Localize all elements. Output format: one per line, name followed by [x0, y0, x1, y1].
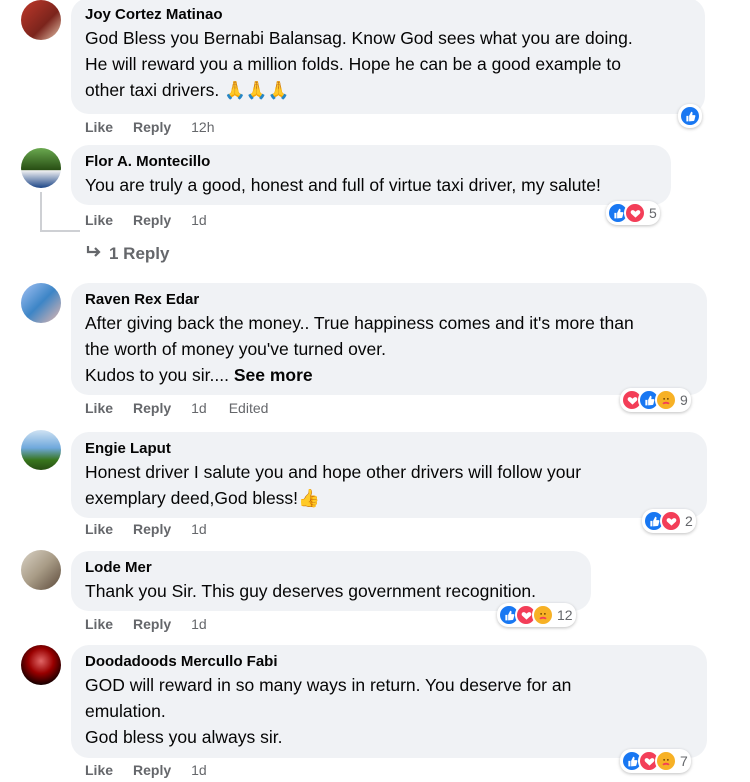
comment-text-line: Kudos to you sir.... See more	[85, 362, 693, 388]
like-button[interactable]: Like	[85, 762, 113, 778]
reply-button[interactable]: Reply	[133, 212, 171, 228]
comment-text-line: He will reward you a million folds. Hope…	[85, 54, 621, 74]
avatar[interactable]	[21, 0, 61, 40]
see-more-link[interactable]: See more	[234, 365, 313, 385]
like-button[interactable]: Like	[85, 212, 113, 228]
reply-button[interactable]: Reply	[133, 616, 171, 632]
timestamp[interactable]: 1d	[191, 400, 207, 416]
avatar[interactable]	[21, 645, 61, 685]
edited-label: Edited	[228, 400, 269, 416]
comment-author[interactable]: Flor A. Montecillo	[85, 152, 657, 172]
comment-actions: Like Reply 1d	[85, 762, 229, 778]
reaction-summary[interactable]: 2	[642, 509, 696, 533]
comment-bubble: Joy Cortez Matinao God Bless you Bernabi…	[71, 0, 705, 114]
comment-actions: Like Reply 1d	[85, 521, 229, 537]
reaction-summary[interactable]	[678, 104, 702, 128]
comment-text-line: the worth of money you've turned over.	[85, 339, 387, 359]
comment-actions: Like Reply 1d	[85, 212, 229, 228]
timestamp[interactable]: 12h	[191, 119, 214, 135]
comment-text-line: God Bless you Bernabi Balansag. Know God…	[85, 28, 633, 48]
reply-thread-line	[40, 192, 42, 232]
care-icon	[532, 604, 554, 626]
view-replies-link[interactable]: 1 Reply	[85, 244, 169, 264]
timestamp[interactable]: 1d	[191, 762, 207, 778]
reply-button[interactable]: Reply	[133, 762, 171, 778]
timestamp[interactable]: 1d	[191, 521, 207, 537]
reply-button[interactable]: Reply	[133, 521, 171, 537]
comment-text-line: Honest driver I salute you and hope othe…	[85, 462, 582, 482]
reply-button[interactable]: Reply	[133, 400, 171, 416]
comment-author[interactable]: Raven Rex Edar	[85, 290, 693, 310]
reply-button[interactable]: Reply	[133, 119, 171, 135]
love-icon	[624, 202, 646, 224]
like-icon	[679, 105, 701, 127]
comment-bubble: Flor A. Montecillo You are truly a good,…	[71, 145, 671, 205]
comment-text-truncated: Kudos to you sir....	[85, 365, 229, 385]
comment-text-line: exemplary deed,God bless!👍	[85, 488, 320, 508]
avatar[interactable]	[21, 550, 61, 590]
avatar[interactable]	[21, 148, 61, 188]
comment-text-line: GOD will reward in so many ways in retur…	[85, 675, 572, 695]
timestamp[interactable]: 1d	[191, 616, 207, 632]
comment-text-line: God bless you always sir.	[85, 727, 283, 747]
reaction-count: 7	[680, 753, 688, 769]
reaction-count: 2	[685, 513, 693, 529]
reaction-summary[interactable]: 5	[606, 201, 660, 225]
comment-text-line: After giving back the money.. True happi…	[85, 313, 634, 333]
avatar[interactable]	[21, 430, 61, 470]
reply-arrow-icon	[85, 244, 103, 264]
like-button[interactable]: Like	[85, 521, 113, 537]
comment-author[interactable]: Lode Mer	[85, 558, 577, 578]
comment-author[interactable]: Doodadoods Mercullo Fabi	[85, 652, 693, 672]
like-button[interactable]: Like	[85, 400, 113, 416]
comment-actions: Like Reply 1d Edited	[85, 400, 268, 416]
like-button[interactable]: Like	[85, 119, 113, 135]
reaction-count: 5	[649, 205, 657, 221]
comment-text-line: Thank you Sir. This guy deserves governm…	[85, 581, 537, 601]
like-button[interactable]: Like	[85, 616, 113, 632]
reaction-summary[interactable]: 9	[620, 388, 691, 412]
reaction-count: 12	[557, 607, 573, 623]
care-icon	[655, 389, 677, 411]
comment-bubble: Raven Rex Edar After giving back the mon…	[71, 283, 707, 395]
reaction-count: 9	[680, 392, 688, 408]
view-replies-label[interactable]: 1 Reply	[109, 244, 169, 264]
reaction-summary[interactable]: 12	[497, 603, 576, 627]
comment-author[interactable]: Engie Laput	[85, 439, 693, 459]
comment-actions: Like Reply 1d	[85, 616, 229, 632]
comment-text-line: emulation.	[85, 701, 166, 721]
comment-bubble: Engie Laput Honest driver I salute you a…	[71, 432, 707, 518]
comment-actions: Like Reply 12h	[85, 119, 237, 135]
comment-author[interactable]: Joy Cortez Matinao	[85, 5, 691, 25]
comment-text-line: You are truly a good, honest and full of…	[85, 175, 601, 195]
comment-bubble: Lode Mer Thank you Sir. This guy deserve…	[71, 551, 591, 611]
comment-bubble: Doodadoods Mercullo Fabi GOD will reward…	[71, 645, 707, 758]
love-icon	[660, 510, 682, 532]
reply-thread-curve	[40, 230, 80, 232]
care-icon	[655, 750, 677, 772]
reaction-summary[interactable]: 7	[620, 749, 691, 773]
comment-text-line: other taxi drivers. 🙏🙏🙏	[85, 80, 290, 100]
timestamp[interactable]: 1d	[191, 212, 207, 228]
avatar[interactable]	[21, 283, 61, 323]
